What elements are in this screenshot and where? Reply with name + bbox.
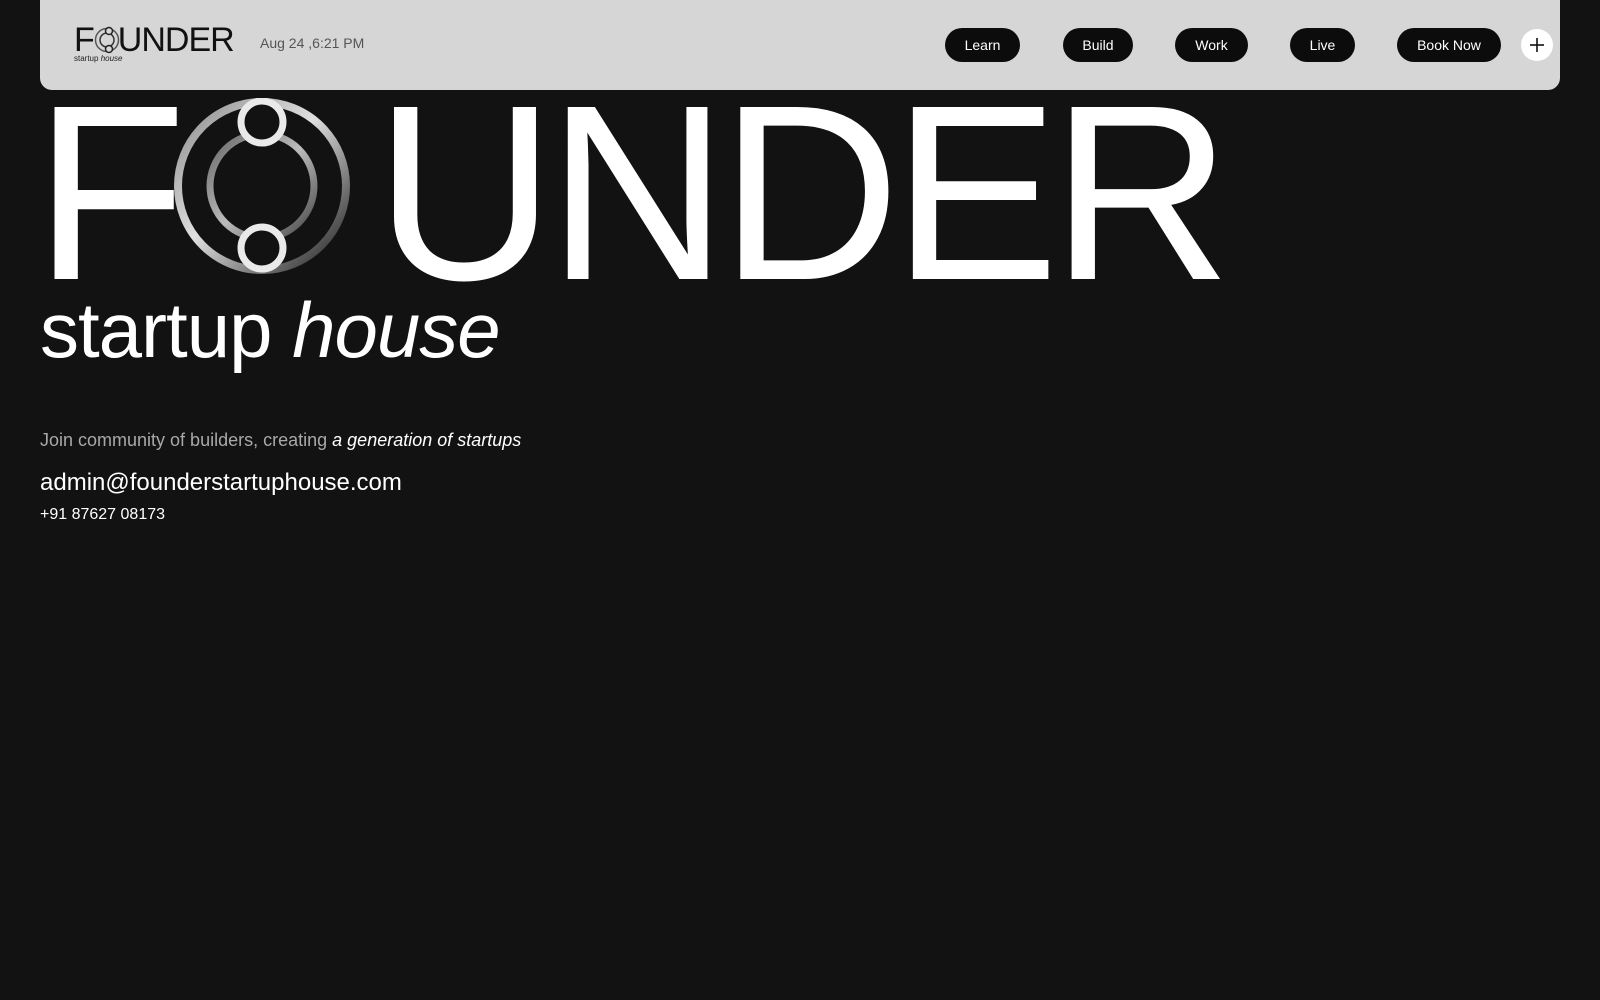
contact-email-link[interactable]: admin@founderstartuphouse.com bbox=[40, 469, 402, 497]
book-now-button[interactable]: Book Now bbox=[1397, 28, 1501, 62]
hero-subtitle-italic: house bbox=[292, 286, 501, 374]
datetime-display: Aug 24 ,6:21 PM bbox=[260, 35, 365, 51]
founder-o-logo-icon bbox=[174, 98, 350, 274]
plus-icon bbox=[1530, 38, 1544, 52]
page: F UNDER startup house Aug 24 ,6:21 PM Lea… bbox=[0, 0, 1600, 1000]
nav-live-button[interactable]: Live bbox=[1290, 28, 1355, 62]
hero-subtitle-plain: startup bbox=[40, 286, 272, 374]
menu-plus-button[interactable] bbox=[1521, 29, 1553, 61]
contact-phone-link[interactable]: +91 87627 08173 bbox=[40, 506, 165, 524]
hero-tagline: Join community of builders, creating a g… bbox=[40, 430, 521, 451]
tagline-plain: Join community of builders, creating bbox=[40, 430, 328, 450]
hero-subtitle: startup house bbox=[40, 285, 501, 375]
hero-letters-under: UNDER bbox=[374, 53, 1232, 332]
tagline-italic: a generation of startups bbox=[332, 430, 522, 450]
founder-o-logo-icon bbox=[94, 26, 120, 54]
